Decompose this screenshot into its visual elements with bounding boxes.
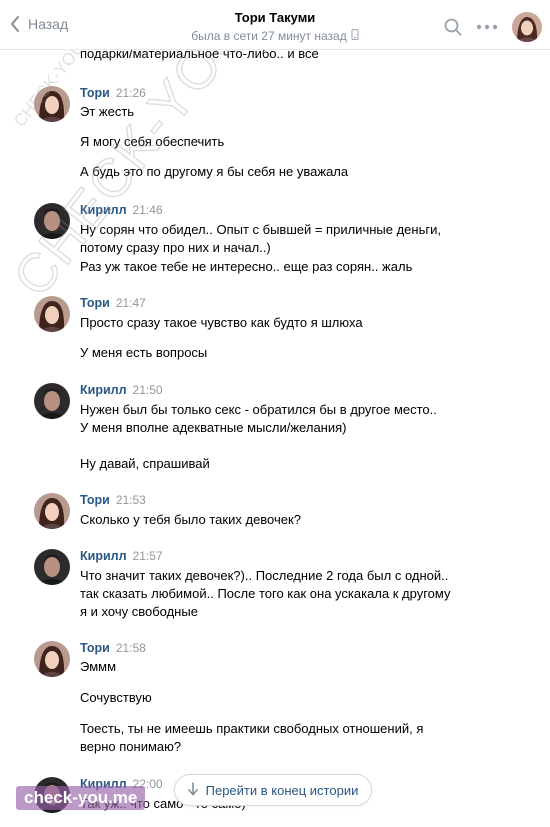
status-text: была в сети 27 минут назад bbox=[191, 29, 347, 43]
author-name[interactable]: Кирилл bbox=[80, 203, 127, 217]
message-time[interactable]: 21:47 bbox=[116, 296, 146, 310]
avatar[interactable] bbox=[34, 203, 70, 239]
avatar[interactable] bbox=[34, 641, 70, 677]
avatar[interactable] bbox=[34, 383, 70, 419]
message-text: Сколько у тебя было таких девочек? bbox=[80, 512, 301, 527]
author-name[interactable]: Тори bbox=[80, 296, 110, 310]
jump-to-end-button[interactable]: Перейти в конец истории bbox=[174, 774, 372, 806]
message-time[interactable]: 21:50 bbox=[133, 383, 163, 397]
arrow-down-icon bbox=[187, 781, 198, 799]
message-text: Нужен был бы только секс - обратился бы … bbox=[80, 402, 437, 417]
message-text: Тоесть, ты не имеешь практики свободных … bbox=[80, 721, 424, 736]
message-text: Я могу себя обеспечить bbox=[80, 134, 225, 149]
message-feed[interactable]: подарки/материальное что-либо.. и все То… bbox=[0, 50, 550, 827]
message-text: Ну сорян что обидел.. Опыт с бывшей = пр… bbox=[80, 222, 441, 237]
message-text: Эт жесть bbox=[80, 104, 135, 119]
author-name[interactable]: Тори bbox=[80, 641, 110, 655]
message-text: Раз уж такое тебе не интересно.. еще раз… bbox=[80, 259, 413, 274]
author-name[interactable]: Кирилл bbox=[80, 777, 127, 791]
message-text: Эммм bbox=[80, 659, 117, 674]
message-time[interactable]: 21:53 bbox=[116, 493, 146, 507]
message-text: А будь это по другому я бы себя не уважа… bbox=[80, 164, 349, 179]
message-text: верно понимаю? bbox=[80, 739, 182, 754]
message-time[interactable]: 22:00 bbox=[133, 777, 163, 791]
message-time[interactable]: 21:46 bbox=[133, 203, 163, 217]
phone-icon bbox=[351, 29, 359, 43]
message-text: потому сразу про них и начал..) bbox=[80, 240, 271, 255]
jump-label: Перейти в конец истории bbox=[205, 782, 359, 798]
avatar[interactable] bbox=[34, 493, 70, 529]
author-name[interactable]: Кирилл bbox=[80, 383, 127, 397]
message-time[interactable]: 21:26 bbox=[116, 86, 146, 100]
more-dots-icon[interactable] bbox=[476, 24, 498, 30]
header-avatar[interactable] bbox=[512, 12, 542, 42]
message-text: так сказать любимой.. После того как она… bbox=[80, 586, 451, 601]
message-text: Ну давай, спрашивай bbox=[80, 456, 210, 471]
chat-header: Назад Тори Такуми была в сети 27 минут н… bbox=[0, 0, 550, 50]
message-text: У меня есть вопросы bbox=[80, 345, 208, 360]
message-time[interactable]: 21:58 bbox=[116, 641, 146, 655]
message-text: Сочувствую bbox=[80, 690, 152, 705]
avatar[interactable] bbox=[34, 296, 70, 332]
author-name[interactable]: Тори bbox=[80, 86, 110, 100]
message-time[interactable]: 21:57 bbox=[133, 549, 163, 563]
message-text: У меня вполне адекватные мысли/желания) bbox=[80, 420, 347, 435]
avatar[interactable] bbox=[34, 549, 70, 585]
message-text: Что значит таких девочек?).. Последние 2… bbox=[80, 568, 449, 583]
avatar[interactable] bbox=[34, 86, 70, 122]
avatar[interactable] bbox=[34, 777, 70, 813]
message-text: я и хочу свободные bbox=[80, 604, 198, 619]
author-name[interactable]: Тори bbox=[80, 493, 110, 507]
message-text: Просто сразу такое чувство как будто я ш… bbox=[80, 315, 363, 330]
author-name[interactable]: Кирилл bbox=[80, 549, 127, 563]
search-icon[interactable] bbox=[444, 18, 462, 36]
message-text-continued: подарки/материальное что-либо.. и все bbox=[80, 50, 319, 61]
